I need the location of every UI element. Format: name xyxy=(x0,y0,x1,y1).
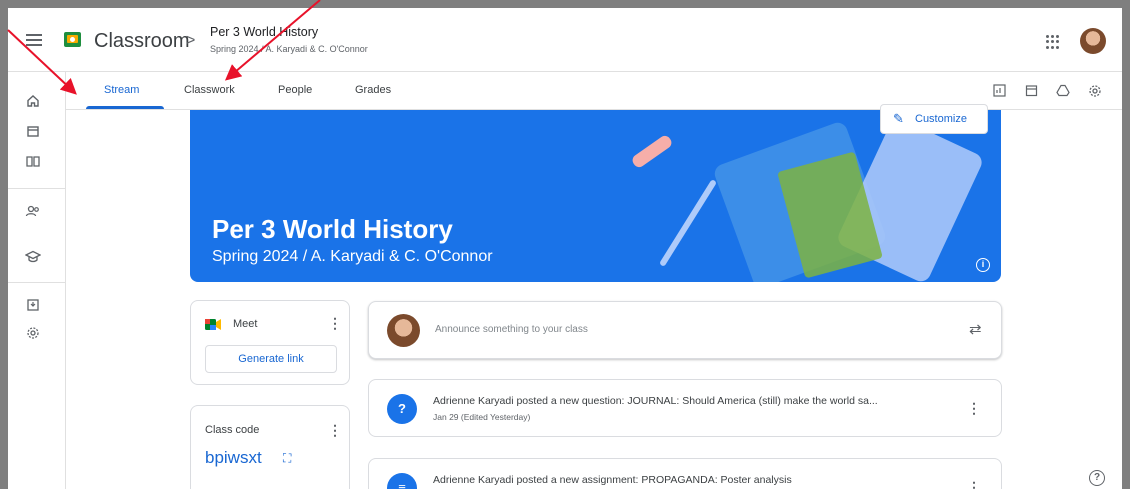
more-options-icon[interactable]: ⋮ xyxy=(967,479,981,489)
fullscreen-icon[interactable]: ⛶ xyxy=(283,451,291,466)
active-tab-indicator xyxy=(86,106,164,109)
teaching-icon[interactable] xyxy=(24,250,42,266)
rail-divider xyxy=(8,282,66,283)
archive-icon[interactable] xyxy=(25,298,41,314)
post-title[interactable]: Adrienne Karyadi posted a new assignment… xyxy=(433,474,792,486)
people-icon[interactable] xyxy=(25,204,41,220)
breadcrumb-class-title[interactable]: Per 3 World History xyxy=(210,25,318,39)
apps-grid-icon[interactable] xyxy=(1046,35,1060,49)
assignment-icon: ≡ xyxy=(387,473,417,489)
enrolled-classes-icon[interactable] xyxy=(25,154,41,170)
gradebook-icon[interactable] xyxy=(992,84,1006,98)
tab-stream[interactable]: Stream xyxy=(104,84,139,96)
user-avatar xyxy=(387,314,420,347)
class-code-card: Class code ⋮ bpiwsxt ⛶ xyxy=(190,405,350,489)
stream-post[interactable]: ≡ Adrienne Karyadi posted a new assignme… xyxy=(368,458,1002,489)
top-app-bar: Classroom > Per 3 World History Spring 2… xyxy=(8,8,1122,72)
customize-label: Customize xyxy=(915,113,967,125)
meet-icon xyxy=(205,318,222,331)
calendar-icon[interactable] xyxy=(1024,84,1038,98)
class-settings-icon[interactable] xyxy=(1088,84,1102,98)
calendar-icon[interactable] xyxy=(25,124,41,140)
classroom-window: Classroom > Per 3 World History Spring 2… xyxy=(8,8,1122,489)
meet-card: Meet ⋮ Generate link xyxy=(190,300,350,385)
class-banner: Per 3 World History Spring 2024 / A. Kar… xyxy=(190,110,1001,282)
drive-icon[interactable] xyxy=(1056,84,1070,98)
tab-grades[interactable]: Grades xyxy=(355,84,391,96)
eraser-illustration xyxy=(630,133,674,170)
settings-icon[interactable] xyxy=(25,326,41,342)
more-options-icon[interactable]: ⋮ xyxy=(328,315,342,332)
class-code-label: Class code xyxy=(205,424,260,436)
menu-icon[interactable] xyxy=(26,34,42,46)
rail-divider xyxy=(8,188,66,189)
account-avatar[interactable] xyxy=(1080,28,1106,54)
post-title[interactable]: Adrienne Karyadi posted a new question: … xyxy=(433,395,878,407)
home-icon[interactable] xyxy=(25,94,41,110)
question-icon: ? xyxy=(387,394,417,424)
class-code-value: bpiwsxt xyxy=(205,448,262,467)
edit-pencil-icon: ✎ xyxy=(893,111,904,126)
help-icon[interactable]: ? xyxy=(1089,470,1105,486)
info-icon[interactable]: i xyxy=(976,258,990,272)
banner-class-title: Per 3 World History xyxy=(212,214,453,244)
classroom-logo-icon[interactable] xyxy=(64,32,81,47)
breadcrumb-class-subtitle: Spring 2024 / A. Karyadi & C. O'Connor xyxy=(210,44,368,54)
generate-link-button[interactable]: Generate link xyxy=(205,345,337,373)
customize-button[interactable]: ✎ Customize xyxy=(880,104,988,134)
post-date: Jan 29 (Edited Yesterday) xyxy=(433,412,531,422)
stream-post[interactable]: ? Adrienne Karyadi posted a new question… xyxy=(368,379,1002,437)
more-options-icon[interactable]: ⋮ xyxy=(967,400,981,417)
meet-label: Meet xyxy=(233,318,258,330)
more-options-icon[interactable]: ⋮ xyxy=(328,422,342,439)
banner-class-subtitle: Spring 2024 / A. Karyadi & C. O'Connor xyxy=(212,248,493,265)
pen-illustration xyxy=(658,179,718,267)
app-name[interactable]: Classroom xyxy=(94,30,190,53)
announce-placeholder[interactable]: Announce something to your class xyxy=(435,324,588,335)
navigation-rail xyxy=(8,72,66,489)
announce-box[interactable]: Announce something to your class ⇄ xyxy=(368,301,1002,359)
breadcrumb-separator: > xyxy=(186,32,196,49)
reuse-post-icon[interactable]: ⇄ xyxy=(969,320,982,338)
tab-people[interactable]: People xyxy=(278,84,312,96)
tab-classwork[interactable]: Classwork xyxy=(184,84,235,96)
